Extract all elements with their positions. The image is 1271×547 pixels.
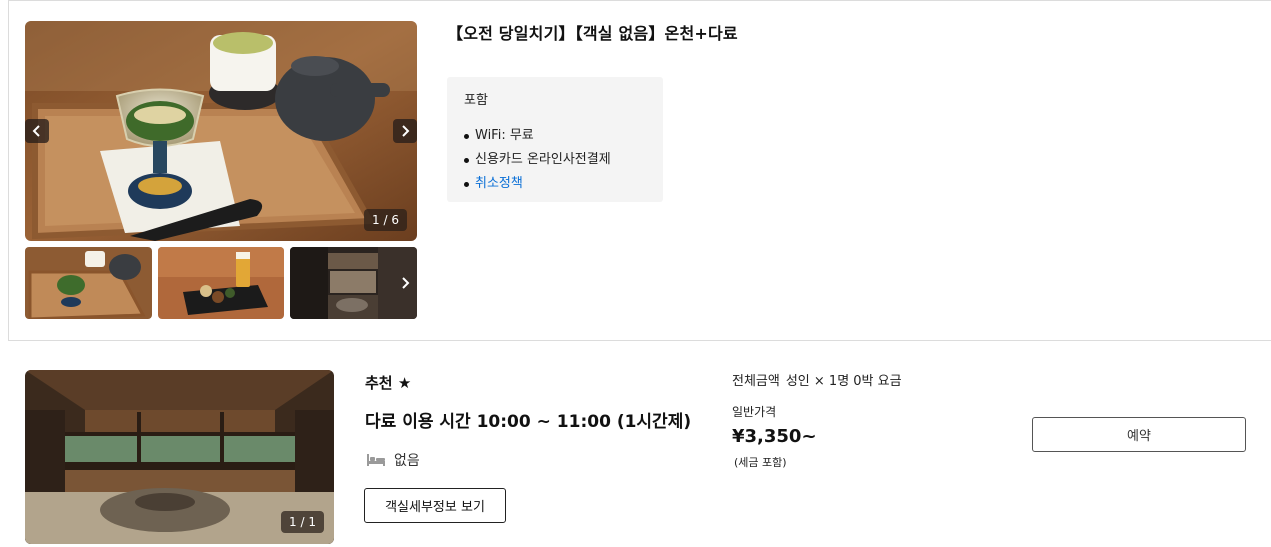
bed-text: 없음 bbox=[394, 453, 420, 469]
includes-heading: 포함 bbox=[464, 93, 488, 108]
photo-counter: 1 / 6 bbox=[364, 209, 407, 231]
chevron-left-icon bbox=[32, 125, 40, 137]
book-button[interactable]: 예약 bbox=[1032, 417, 1246, 452]
bed-info: 없음 bbox=[366, 450, 420, 470]
thumbnail-image bbox=[158, 247, 284, 319]
thumbnail-image bbox=[25, 247, 152, 319]
price-block: 전체금액 성인 × 1명 0박 요금 일반가격 ¥3,350~ (세금 포함) bbox=[732, 370, 902, 469]
total-price-label: 전체금액 bbox=[732, 374, 780, 389]
chevron-right-icon bbox=[401, 277, 409, 289]
plan-title: 【오전 당일치기】【객실 없음】온천+다료 bbox=[447, 24, 738, 43]
recommend-label: 추천 ★ bbox=[365, 374, 412, 392]
photo-counter: 1 / 1 bbox=[281, 511, 324, 533]
regular-price-label: 일반가격 bbox=[732, 405, 777, 419]
gallery-prev-button[interactable] bbox=[25, 119, 49, 143]
bullet-icon bbox=[464, 133, 469, 139]
thumbnail-beer-snacks[interactable] bbox=[158, 247, 284, 319]
room-name: 다료 이용 시간 10:00 ~ 11:00 (1시간제) bbox=[365, 412, 692, 432]
room-details-button[interactable]: 객실세부정보 보기 bbox=[364, 488, 506, 523]
guest-summary: 성인 × 1명 0박 요금 bbox=[785, 374, 902, 389]
gallery-next-button[interactable] bbox=[393, 119, 417, 143]
tax-note: (세금 포함) bbox=[734, 456, 787, 469]
plan-main-photo[interactable]: 1 / 6 bbox=[25, 21, 417, 241]
price-value: ¥3,350~ bbox=[732, 426, 817, 447]
bullet-icon bbox=[464, 181, 469, 187]
card-divider bbox=[8, 340, 1271, 341]
price-summary: 전체금액 성인 × 1명 0박 요금 bbox=[732, 370, 902, 389]
include-item-wifi: WiFi: 무료 bbox=[464, 124, 646, 148]
bullet-icon bbox=[464, 157, 469, 163]
room-photo[interactable]: 1 / 1 bbox=[25, 370, 334, 544]
thumbnail-tea-set[interactable] bbox=[25, 247, 152, 319]
thumbnail-next-button[interactable] bbox=[393, 247, 417, 319]
bed-icon bbox=[367, 454, 385, 466]
thumbnail-lounge[interactable] bbox=[290, 247, 417, 319]
includes-list: WiFi: 무료 신용카드 온라인사전결제 취소정책 bbox=[464, 124, 646, 196]
cancellation-policy-link[interactable]: 취소정책 bbox=[464, 172, 646, 196]
tea-set-photo bbox=[25, 21, 417, 241]
chevron-right-icon bbox=[402, 125, 410, 137]
include-item-credit-card: 신용카드 온라인사전결제 bbox=[464, 148, 646, 172]
includes-box: 포함 WiFi: 무료 신용카드 온라인사전결제 취소정책 bbox=[447, 77, 663, 202]
